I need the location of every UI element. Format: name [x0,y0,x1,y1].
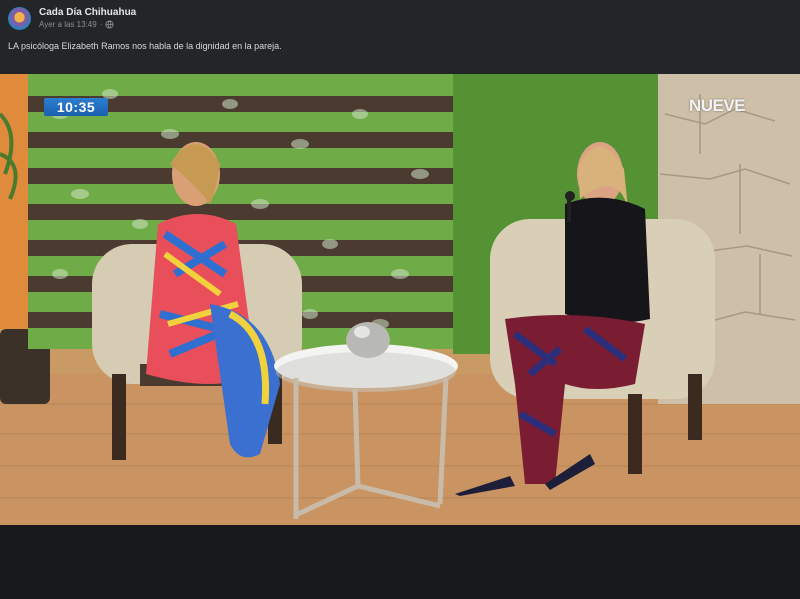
video-player[interactable]: 10:35 NUEVE [0,74,800,525]
page-avatar[interactable] [8,7,31,30]
meta-separator: · [99,20,103,29]
globe-icon[interactable] [105,20,114,29]
post-caption: LA psicóloga Elizabeth Ramos nos habla d… [8,41,282,51]
post-footer [0,525,800,599]
video-frame [0,74,800,525]
post-timestamp[interactable]: Ayer a las 13:49 [39,20,97,29]
page-name-link[interactable]: Cada Día Chihuahua [39,7,136,18]
post-header: Cada Día Chihuahua Ayer a las 13:49 · LA… [0,0,800,74]
channel-logo: NUEVE [689,96,746,115]
clock-badge: 10:35 [44,98,108,116]
post-meta: Ayer a las 13:49 · [39,20,114,29]
